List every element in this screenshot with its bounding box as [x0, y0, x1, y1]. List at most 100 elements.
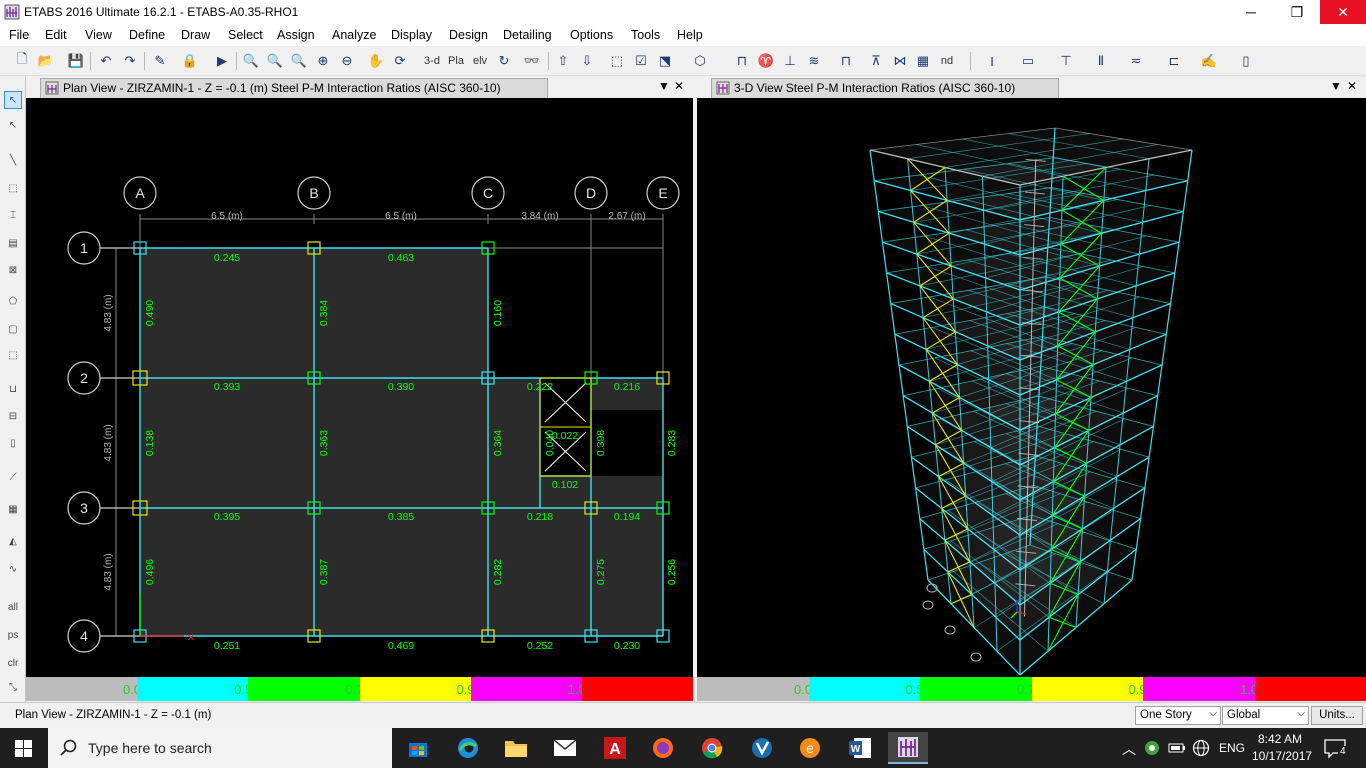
clear-selection-icon[interactable]: clr [4, 654, 22, 672]
draw-rect-icon[interactable]: ▢ [4, 320, 22, 338]
editor-app-icon[interactable]: e [790, 732, 830, 764]
menu-draw[interactable]: Draw [181, 28, 210, 42]
lock-icon[interactable]: 🔒 [180, 51, 200, 71]
rotate-icon[interactable]: ↻ [494, 51, 514, 71]
save-icon[interactable]: 💾 [66, 51, 86, 71]
chrome-icon[interactable] [692, 732, 732, 764]
pointer-select-icon[interactable]: ↖ [4, 91, 22, 109]
draw-floor-icon[interactable]: ▯ [4, 434, 22, 452]
units-button[interactable]: Units... [1311, 706, 1363, 725]
input-language[interactable]: ENG [1219, 741, 1245, 755]
link-icon[interactable]: ≂ [1126, 51, 1146, 71]
file-explorer-icon[interactable] [496, 732, 536, 764]
view-3d-button[interactable]: 3-d [421, 51, 443, 71]
close-plan-view-button[interactable]: ✕ [674, 79, 684, 93]
check-icon[interactable]: ☑ [631, 51, 651, 71]
tab-3d-view[interactable]: 3-D View Steel P-M Interaction Ratios (A… [711, 78, 1059, 98]
select-previous-icon[interactable]: ps [4, 626, 22, 644]
panel-menu-arrow[interactable]: ▼ [658, 79, 670, 93]
zoom-in-icon[interactable]: ⊕ [313, 51, 333, 71]
concrete-icon[interactable]: ⊼ [866, 51, 886, 71]
menu-assign[interactable]: Assign [277, 28, 315, 42]
draw-spring-icon[interactable]: ∿ [4, 560, 22, 578]
vpn-app-icon[interactable] [742, 732, 782, 764]
layout-icon[interactable]: ▯ [1236, 51, 1256, 71]
clock-time[interactable]: 8:42 AM [1258, 732, 1302, 746]
plan-view-button[interactable]: Pla [445, 51, 467, 71]
draw-brace-icon[interactable]: ⬚ [4, 179, 22, 197]
zoom-restore-icon[interactable]: 🔍 [265, 51, 285, 71]
zoom-out-icon[interactable]: ⊖ [337, 51, 357, 71]
etabs-taskbar-icon[interactable] [888, 732, 928, 764]
draw-wall-stack-icon[interactable]: ⊟ [4, 407, 22, 425]
pan-icon[interactable]: ✋ [366, 51, 386, 71]
draw-cross-icon[interactable]: ⊠ [4, 261, 22, 279]
select-icon[interactable]: ⬚ [607, 51, 627, 71]
nd-button[interactable]: nd [937, 51, 957, 71]
word-icon[interactable]: W [840, 732, 880, 764]
brush-icon[interactable]: ✍ [1199, 51, 1219, 71]
tab-plan-view[interactable]: Plan View - ZIRZAMIN-1 - Z = -0.1 (m) St… [40, 78, 548, 98]
maximize-button[interactable]: ❐ [1274, 0, 1320, 24]
slab-icon[interactable]: ▭ [1018, 51, 1038, 71]
show-hidden-icons-icon[interactable]: ︿ [1122, 739, 1136, 759]
menu-file[interactable]: File [9, 28, 29, 42]
panel-menu-arrow[interactable]: ▼ [1330, 79, 1342, 93]
tee-icon[interactable]: ⊤ [1056, 51, 1076, 71]
menu-tools[interactable]: Tools [631, 28, 660, 42]
store-app-icon[interactable] [398, 732, 438, 764]
elevation-view-button[interactable]: elv [469, 51, 491, 71]
draw-wall-icon[interactable]: ⊔ [4, 380, 22, 398]
draw-line-icon[interactable]: ╲ [4, 151, 22, 169]
menu-define[interactable]: Define [129, 28, 165, 42]
3d-view-canvas[interactable] [697, 98, 1366, 677]
frame-icon[interactable]: ⊓ [732, 51, 752, 71]
column-icon[interactable]: Ⅱ [1091, 51, 1111, 71]
redo-icon[interactable]: ↷ [120, 51, 140, 71]
shape-icon[interactable]: ⬔ [655, 51, 675, 71]
autocad-icon[interactable]: A [595, 732, 635, 764]
undo-icon[interactable]: ↶ [96, 51, 116, 71]
force-icon[interactable]: ≋ [804, 51, 824, 71]
new-file-icon[interactable]: 🗋 [12, 51, 32, 71]
zoom-window-icon[interactable]: 🔍 [241, 51, 261, 71]
object-icon[interactable]: ⬡ [690, 51, 710, 71]
menu-view[interactable]: View [85, 28, 112, 42]
menu-options[interactable]: Options [570, 28, 613, 42]
network-globe-icon[interactable] [1192, 739, 1210, 757]
close-window-button[interactable]: ✕ [1320, 0, 1366, 24]
move-up-icon[interactable]: ⇧ [553, 51, 573, 71]
menu-select[interactable]: Select [228, 28, 263, 42]
coord-system-select[interactable]: Global ⌵ [1222, 706, 1309, 725]
firefox-icon[interactable] [643, 732, 683, 764]
menu-display[interactable]: Display [391, 28, 432, 42]
minimize-button[interactable]: ─ [1228, 0, 1274, 24]
shear-wall-icon[interactable]: ▦ [913, 51, 933, 71]
run-analysis-icon[interactable]: ▶ [212, 51, 232, 71]
close-3d-view-button[interactable]: ✕ [1347, 79, 1357, 93]
snap-icon[interactable]: ⤡ [4, 678, 22, 696]
composite-icon[interactable]: ⋈ [890, 51, 910, 71]
clock-date[interactable]: 10/17/2017 [1252, 749, 1312, 763]
menu-help[interactable]: Help [677, 28, 703, 42]
draw-link-icon[interactable]: ⟋ [4, 468, 22, 486]
display-options-icon[interactable]: 👓 [522, 51, 542, 71]
rotate-3d-icon[interactable]: ⟳ [390, 51, 410, 71]
tray-app-icon[interactable] [1144, 740, 1160, 756]
diagram-icon[interactable]: ⊥ [780, 51, 800, 71]
draw-grid-icon[interactable]: ▦ [4, 500, 22, 518]
plan-view-canvas[interactable]: 6.5 (m) 6.5 (m) 3.84 (m) 2.67 (m) 4.83 (… [26, 98, 693, 677]
select-all-icon[interactable]: all [4, 598, 22, 616]
draw-opening-icon[interactable]: ⬚ [4, 346, 22, 364]
pencil-icon[interactable]: ✎ [150, 51, 170, 71]
taskbar-search-box[interactable]: Type here to search [48, 728, 392, 768]
menu-design[interactable]: Design [449, 28, 488, 42]
open-file-icon[interactable]: 📂 [36, 51, 56, 71]
menu-edit[interactable]: Edit [45, 28, 67, 42]
section-i-icon[interactable]: I [982, 51, 1002, 71]
battery-icon[interactable] [1168, 741, 1186, 755]
draw-beam-icon[interactable]: ▤ [4, 234, 22, 252]
draw-ramp-icon[interactable]: ◭ [4, 532, 22, 550]
menu-analyze[interactable]: Analyze [332, 28, 376, 42]
deformed-icon[interactable]: ♈ [756, 51, 776, 71]
